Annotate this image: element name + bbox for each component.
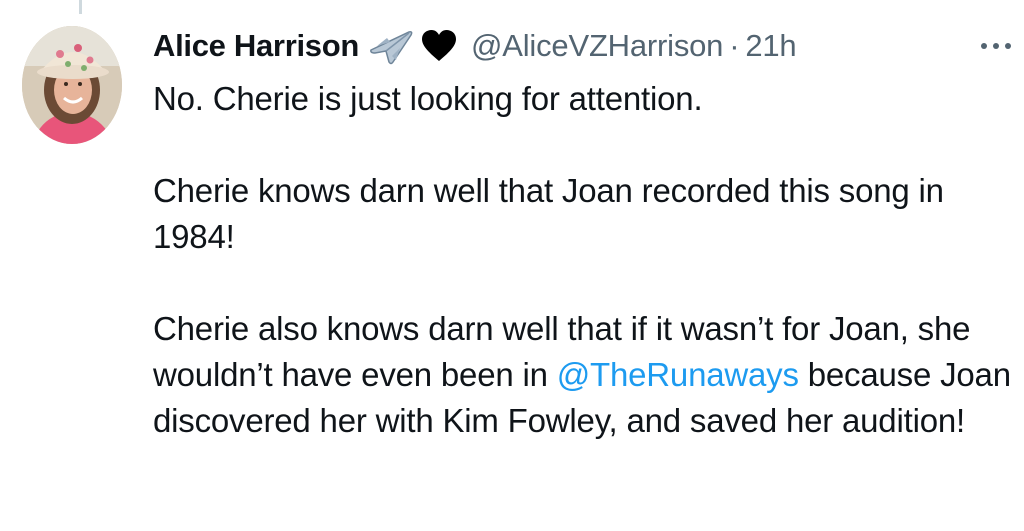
author-handle[interactable]: @AliceVZHarrison [471, 28, 723, 64]
tweet-paragraph: Cherie also knows darn well that if it w… [153, 306, 1013, 444]
tweet-paragraph-text: No. Cherie is just looking for attention… [153, 80, 703, 117]
tweet-header: Alice Harrison @AliceVZHarrison · 21h [153, 22, 1013, 70]
timestamp[interactable]: 21h [745, 28, 796, 64]
author-display-name[interactable]: Alice Harrison [153, 28, 359, 64]
tweet-paragraph: No. Cherie is just looking for attention… [153, 76, 1013, 122]
tweet[interactable]: Alice Harrison @AliceVZHarrison · 21h No… [153, 22, 1013, 444]
airplane-icon [367, 26, 413, 66]
avatar[interactable] [22, 26, 122, 144]
thread-connector-line [79, 0, 82, 14]
black-heart-icon [421, 29, 457, 63]
mention-link[interactable]: @TheRunaways [557, 356, 799, 393]
meta-separator: · [729, 28, 740, 63]
tweet-paragraph-text: Cherie knows darn well that Joan recorde… [153, 172, 944, 255]
tweet-text: No. Cherie is just looking for attention… [153, 76, 1013, 444]
avatar-photo [22, 26, 122, 144]
more-options-icon[interactable] [979, 41, 1013, 51]
tweet-paragraph: Cherie knows darn well that Joan recorde… [153, 168, 1013, 260]
